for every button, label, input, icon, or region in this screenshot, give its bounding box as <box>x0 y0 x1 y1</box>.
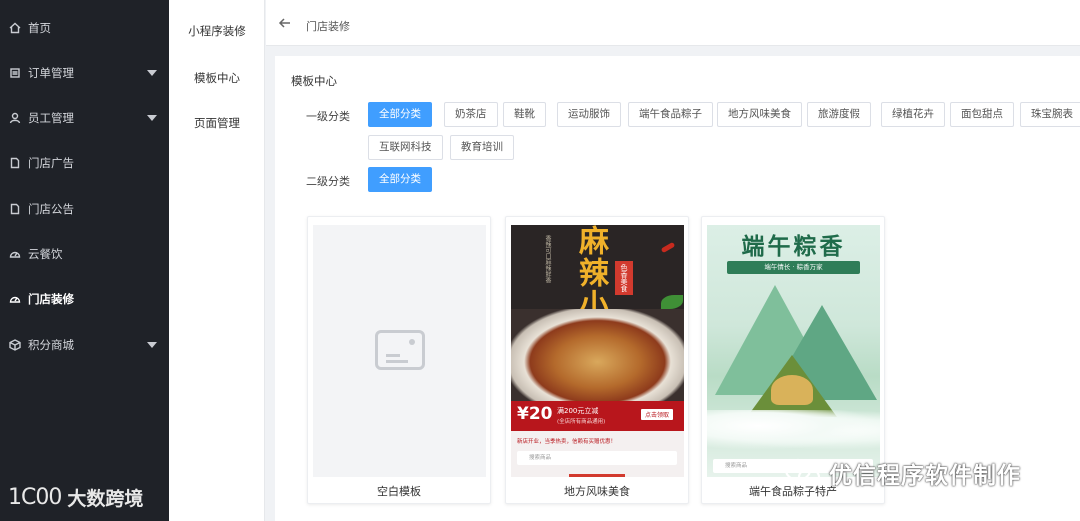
sidebar-item-home[interactable]: 首页 <box>0 13 169 43</box>
gauge-icon <box>8 248 21 261</box>
template-thumbnail <box>313 225 486 477</box>
sidebar-item-store-notices[interactable]: 门店公告 <box>0 194 169 224</box>
file-icon <box>8 203 21 216</box>
level1-chip-all[interactable]: 全部分类 <box>368 102 432 127</box>
sidebar-item-label: 门店装修 <box>28 292 74 306</box>
brand-logo: 1C00 <box>8 485 62 510</box>
brand: 1C00 大数跨境 <box>8 484 143 511</box>
promo-banner: ¥20 满200元立减 (全店所有商品通用) 点击领取 <box>511 401 684 431</box>
promo-button: 点击领取 <box>641 409 674 420</box>
poster-band: 端午情长 · 粽香万家 <box>727 261 860 274</box>
sidebar-item-label: 员工管理 <box>28 111 74 125</box>
template-center-panel: 模板中心 一级分类 全部分类 奶茶店 鞋靴 运动服饰 端午食品粽子 地方风味美食… <box>275 56 1080 521</box>
user-icon <box>8 112 21 125</box>
level1-chip-shoes[interactable]: 鞋靴 <box>503 102 546 127</box>
subnav-item-page-management[interactable]: 页面管理 <box>169 115 265 131</box>
template-caption: 地方风味美食 <box>564 485 630 498</box>
level1-chip-education[interactable]: 教育培训 <box>450 135 514 160</box>
level1-chip-travel[interactable]: 旅游度假 <box>807 102 871 127</box>
sidebar-item-label: 云餐饮 <box>28 247 63 261</box>
document-icon <box>8 67 21 80</box>
template-card-local-cuisine[interactable]: 香辣可口麻辣鲜香 麻辣小面 色香美食 ¥20 满200元立减 (全店所有商品通用… <box>505 216 689 504</box>
zongzi-filling <box>771 375 813 405</box>
file-icon <box>8 157 21 170</box>
level2-chip-all[interactable]: 全部分类 <box>368 167 432 192</box>
poster-side-text: 香辣可口麻辣鲜香 <box>544 235 551 283</box>
sidebar-item-label: 门店广告 <box>28 156 74 170</box>
sidebar-item-label: 首页 <box>28 21 51 35</box>
level1-chip-plants-flowers[interactable]: 绿植花卉 <box>881 102 945 127</box>
caret-down-icon <box>147 115 157 121</box>
noodle-bowl-image <box>511 309 684 405</box>
watermark: 优信程序软件制作 <box>783 456 1021 490</box>
sidebar-item-label: 订单管理 <box>28 66 74 80</box>
panel-title: 模板中心 <box>291 74 337 88</box>
level1-category-label: 一级分类 <box>306 110 350 123</box>
brand-name: 大数跨境 <box>67 488 144 510</box>
level1-chip-internet-tech[interactable]: 互联网科技 <box>368 135 443 160</box>
notice-text: 新店开业，当季热卖，信赖有买赠优惠！ <box>517 439 617 445</box>
caret-down-icon <box>147 70 157 76</box>
promo-text: 满200元立减 <box>557 407 599 415</box>
sidebar-item-orders[interactable]: 订单管理 <box>0 58 169 88</box>
poster-lower-section: 新店开业，当季热卖，信赖有买赠优惠！ 搜索商品 <box>511 431 684 477</box>
page-title: 门店装修 <box>306 20 350 33</box>
watermark-text: 优信程序软件制作 <box>829 463 1021 489</box>
level1-chip-local-cuisine[interactable]: 地方风味美食 <box>717 102 802 127</box>
main-sidebar: 首页 订单管理 员工管理 门店广告 门店公告 云餐饮 门店装修 积分商城 1C0… <box>0 0 169 521</box>
caret-down-icon <box>147 342 157 348</box>
box-icon <box>8 339 21 352</box>
sidebar-item-label: 门店公告 <box>28 202 74 216</box>
sidebar-item-points-mall[interactable]: 积分商城 <box>0 330 169 360</box>
wechat-icon <box>783 457 823 489</box>
level1-chip-jewelry[interactable]: 珠宝腕表 <box>1020 102 1080 127</box>
back-arrow-icon[interactable] <box>278 16 292 30</box>
sidebar-item-cloud-dining[interactable]: 云餐饮 <box>0 239 169 269</box>
sub-navigation: 小程序装修 模板中心 页面管理 <box>169 0 265 521</box>
cloud-decoration <box>707 410 880 450</box>
sidebar-item-store-decoration[interactable]: 门店装修 <box>0 284 169 314</box>
chili-pepper-icon <box>660 241 676 254</box>
poster-title: 端午粽香 <box>741 234 846 260</box>
accent-bar <box>569 474 625 477</box>
level1-chip-sportswear[interactable]: 运动服饰 <box>557 102 621 127</box>
level1-chip-bakery[interactable]: 面包甜点 <box>950 102 1014 127</box>
top-bar: 门店装修 <box>266 0 1080 46</box>
sidebar-item-store-ads[interactable]: 门店广告 <box>0 148 169 178</box>
subnav-item-miniprogram-decoration[interactable]: 小程序装修 <box>169 23 265 39</box>
sidebar-item-label: 积分商城 <box>28 338 74 352</box>
template-caption: 空白模板 <box>377 485 421 498</box>
promo-amount: ¥20 <box>517 404 553 424</box>
leaf-icon <box>661 295 683 309</box>
template-card-blank[interactable]: 空白模板 <box>307 216 491 504</box>
home-icon <box>8 22 21 35</box>
promo-subtext: (全店所有商品通用) <box>557 419 606 425</box>
level2-category-label: 二级分类 <box>306 175 350 188</box>
template-thumbnail: 端午粽香 端午情长 · 粽香万家 搜索商品 <box>707 225 880 477</box>
template-thumbnail: 香辣可口麻辣鲜香 麻辣小面 色香美食 ¥20 满200元立减 (全店所有商品通用… <box>511 225 684 477</box>
poster-tag: 色香美食 <box>615 261 633 295</box>
level1-chip-dragon-boat-food[interactable]: 端午食品粽子 <box>628 102 713 127</box>
image-placeholder-icon <box>375 330 425 370</box>
poster-search-box: 搜索商品 <box>517 451 677 465</box>
level1-chip-milk-tea[interactable]: 奶茶店 <box>444 102 498 127</box>
gauge-icon <box>8 293 21 306</box>
subnav-item-template-center[interactable]: 模板中心 <box>169 70 265 86</box>
sidebar-item-staff[interactable]: 员工管理 <box>0 103 169 133</box>
